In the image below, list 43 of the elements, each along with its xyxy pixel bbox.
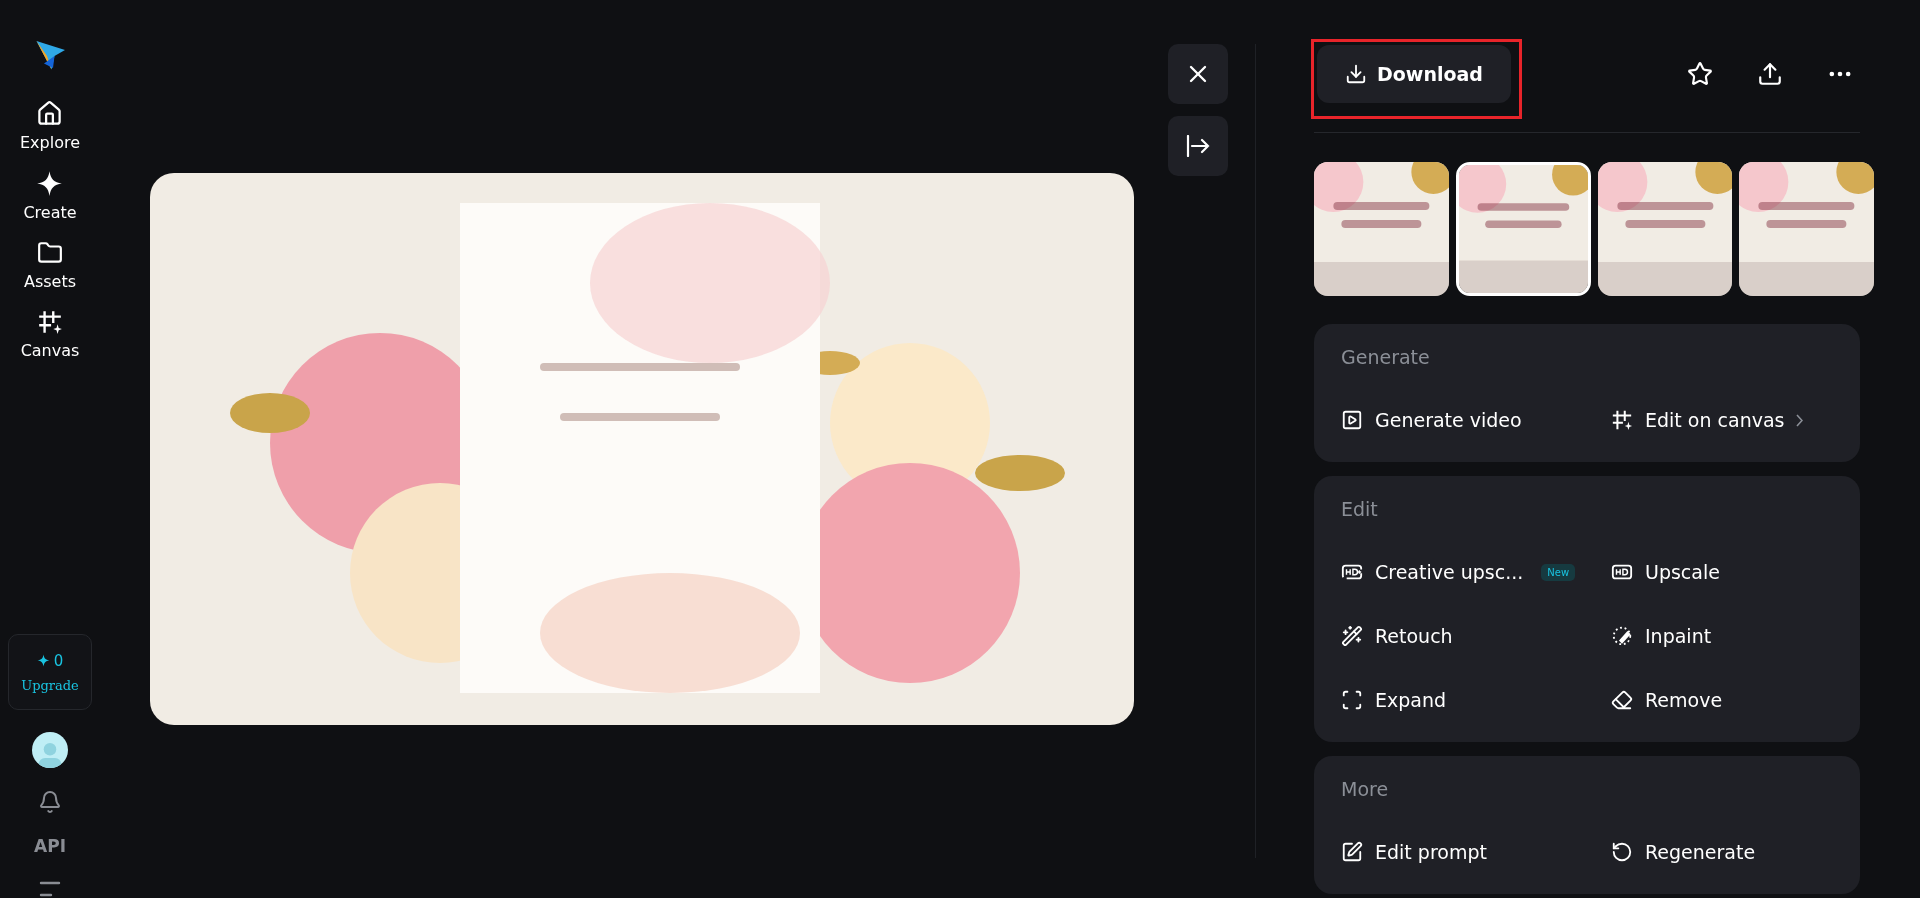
expand-icon (1341, 689, 1363, 711)
edit-icon (1341, 841, 1363, 863)
action-item[interactable]: Remove (1611, 670, 1833, 730)
new-badge: New (1541, 563, 1576, 581)
sparkle-icon (36, 170, 64, 197)
close-button[interactable] (1168, 44, 1228, 104)
action-item[interactable]: Inpaint (1611, 606, 1833, 666)
nav-item[interactable]: Assets (23, 240, 77, 291)
credit-count: 0 (53, 651, 64, 670)
action-item[interactable]: Retouch (1341, 606, 1611, 666)
play-icon (1341, 409, 1363, 431)
download-button[interactable]: Download (1317, 45, 1511, 103)
crop-grid-icon (37, 309, 63, 335)
regenerate-icon (1611, 841, 1633, 863)
bell-icon[interactable] (38, 790, 62, 814)
action-item[interactable]: Edit prompt (1341, 822, 1611, 882)
folder-icon (37, 240, 63, 266)
eraser-icon (1611, 689, 1633, 711)
upgrade-label: Upgrade (21, 677, 79, 693)
sparkle-icon (36, 654, 50, 667)
download-icon (1345, 63, 1367, 85)
menu-icon[interactable] (39, 880, 61, 898)
section-title: Generate (1341, 346, 1431, 368)
collapse-button[interactable] (1168, 116, 1228, 176)
upgrade-button[interactable]: 0 Upgrade (8, 634, 92, 710)
nav-item[interactable]: Canvas (20, 309, 80, 360)
action-item[interactable]: Edit on canvas (1611, 390, 1833, 450)
nav-item[interactable]: Create (23, 170, 77, 222)
action-item[interactable]: Regenerate (1611, 822, 1833, 882)
section-title: Edit (1341, 498, 1379, 520)
arrow-to-line-icon (1186, 135, 1210, 157)
action-item[interactable]: Creative upsc... New (1341, 542, 1611, 602)
home-icon (36, 100, 64, 127)
action-item[interactable]: Upscale (1611, 542, 1833, 602)
action-item[interactable]: Generate video (1341, 390, 1611, 450)
nav-item[interactable]: Explore (19, 100, 80, 152)
action-item[interactable]: Expand (1341, 670, 1611, 730)
avatar[interactable] (32, 732, 68, 768)
section-title: More (1341, 778, 1390, 800)
magic-wand-icon (1341, 625, 1363, 647)
crop-grid-icon (1611, 409, 1633, 431)
api-link[interactable]: API (34, 836, 66, 856)
brush-circle-icon (1611, 625, 1633, 647)
